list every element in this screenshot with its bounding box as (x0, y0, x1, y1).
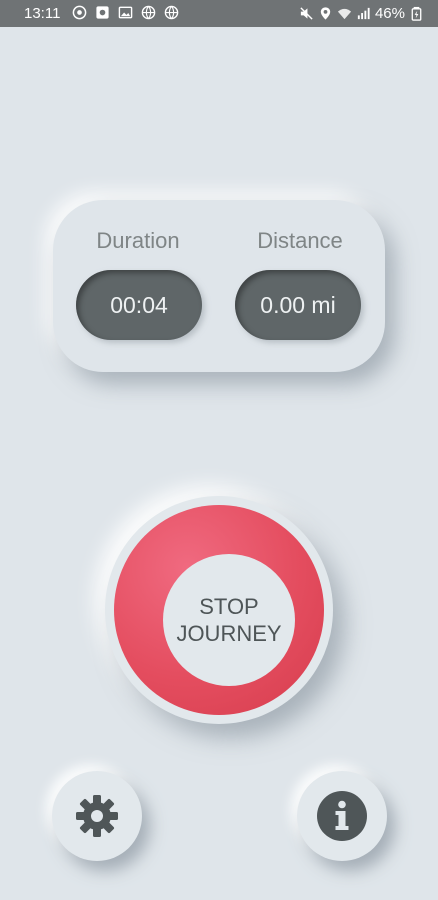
wifi-icon (337, 8, 352, 20)
stop-journey-line1: STOP (199, 594, 259, 619)
location-icon (320, 7, 331, 20)
notification-box-icon (96, 6, 109, 19)
stop-journey-label: STOP JOURNEY (163, 554, 295, 686)
globe-icon (164, 5, 179, 20)
distance-value: 0.00 mi (235, 270, 361, 340)
info-button[interactable] (297, 771, 387, 861)
status-time: 13:11 (24, 5, 61, 22)
duration-label: Duration (96, 228, 180, 253)
status-system-icons: 46% (299, 5, 424, 22)
battery-percentage: 46% (374, 5, 405, 22)
stop-journey-line2: JOURNEY (176, 621, 282, 646)
mute-icon (300, 7, 313, 20)
globe-icon (141, 5, 156, 20)
signal-icon (357, 7, 370, 20)
journey-stats-card: Duration Distance 00:04 0.00 mi (53, 200, 385, 372)
distance-label: Distance (257, 228, 343, 253)
stop-journey-button-frame: STOP JOURNEY (105, 496, 333, 724)
settings-button[interactable] (52, 771, 142, 861)
info-icon (317, 791, 367, 841)
status-bar: 13:11 46% (0, 0, 438, 27)
gallery-icon (118, 6, 133, 19)
stop-journey-button[interactable]: STOP JOURNEY (114, 505, 324, 715)
gear-icon (76, 795, 118, 837)
status-notification-icons (72, 5, 179, 20)
duration-value: 00:04 (76, 270, 202, 340)
whatsapp-icon (72, 5, 87, 20)
battery-icon (411, 6, 422, 21)
